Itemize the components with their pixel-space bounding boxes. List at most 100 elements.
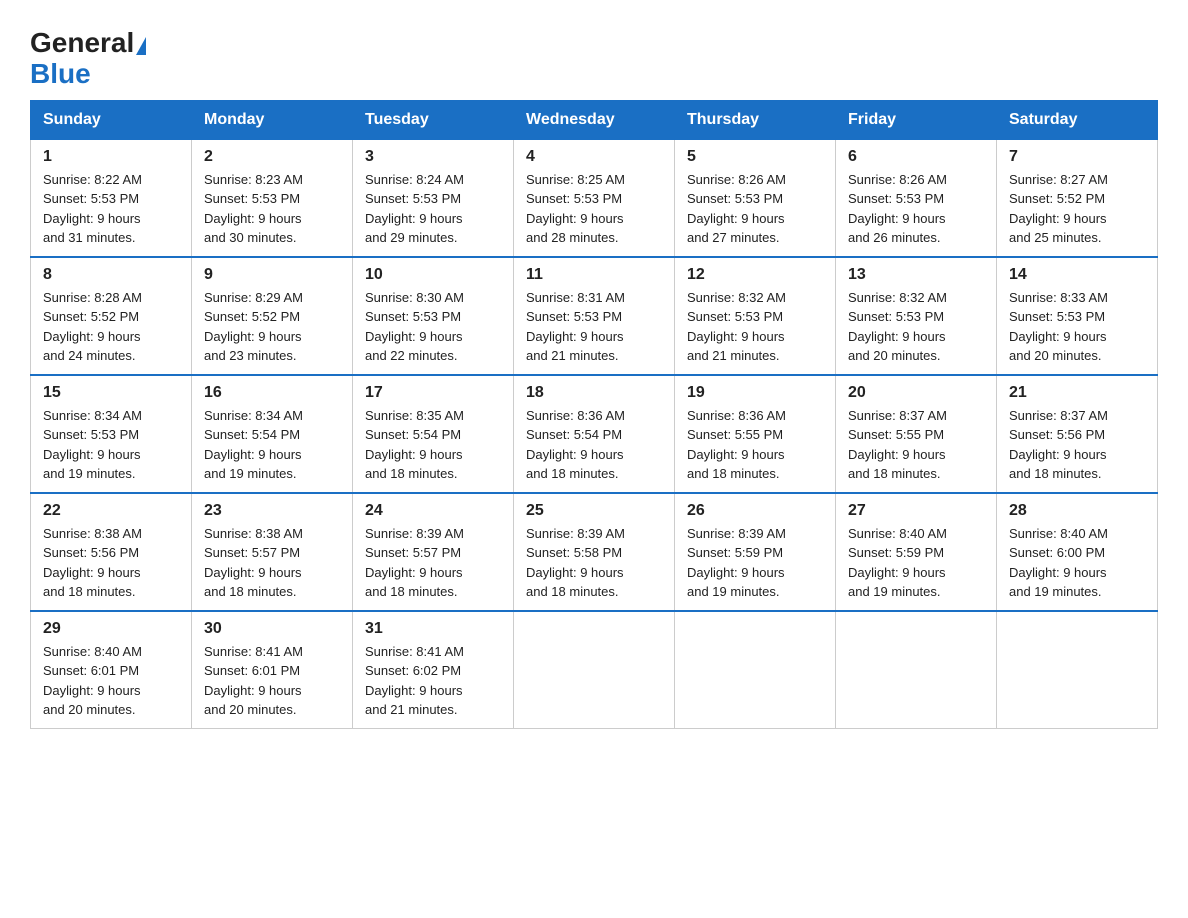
calendar-cell: 19Sunrise: 8:36 AMSunset: 5:55 PMDayligh… [675,375,836,493]
header: General Blue [30,20,1158,90]
logo-general-text: General [30,27,134,58]
day-info: Sunrise: 8:38 AMSunset: 5:57 PMDaylight:… [204,524,340,602]
calendar-cell: 16 Sunrise: 8:34 AMSunset: 5:54 PMDayligh… [192,375,353,493]
calendar-cell: 24Sunrise: 8:39 AMSunset: 5:57 PMDayligh… [353,493,514,611]
calendar-cell: 12 Sunrise: 8:32 AMSunset: 5:53 PMDayligh… [675,257,836,375]
day-info: Sunrise: 8:26 AMSunset: 5:53 PMDaylight:… [687,170,823,248]
calendar-cell: 11 Sunrise: 8:31 AMSunset: 5:53 PMDayligh… [514,257,675,375]
day-info: Sunrise: 8:26 AMSunset: 5:53 PMDaylight:… [848,170,984,248]
day-info: Sunrise: 8:39 AMSunset: 5:59 PMDaylight:… [687,524,823,602]
day-number: 8 [43,266,179,284]
header-monday: Monday [192,100,353,139]
calendar-cell [997,611,1158,729]
calendar-cell: 28 Sunrise: 8:40 AMSunset: 6:00 PMDayligh… [997,493,1158,611]
calendar-cell: 21 Sunrise: 8:37 AMSunset: 5:56 PMDayligh… [997,375,1158,493]
day-number: 29 [43,620,179,638]
day-number: 26 [687,502,823,520]
week-row-1: 1Sunrise: 8:22 AMSunset: 5:53 PMDaylight… [31,139,1158,257]
day-number: 15 [43,384,179,402]
day-info: Sunrise: 8:29 AMSunset: 5:52 PMDaylight:… [204,288,340,366]
day-number: 30 [204,620,340,638]
day-info: Sunrise: 8:40 AMSunset: 5:59 PMDaylight:… [848,524,984,602]
day-number: 13 [848,266,984,284]
day-info: Sunrise: 8:23 AMSunset: 5:53 PMDaylight:… [204,170,340,248]
day-number: 9 [204,266,340,284]
calendar-cell: 30 Sunrise: 8:41 AMSunset: 6:01 PMDayligh… [192,611,353,729]
day-number: 23 [204,502,340,520]
day-info: Sunrise: 8:27 AMSunset: 5:52 PMDaylight:… [1009,170,1145,248]
calendar-cell [836,611,997,729]
day-info: Sunrise: 8:32 AMSunset: 5:53 PMDaylight:… [848,288,984,366]
day-info: Sunrise: 8:33 AMSunset: 5:53 PMDaylight:… [1009,288,1145,366]
day-number: 7 [1009,148,1145,166]
day-number: 21 [1009,384,1145,402]
day-number: 14 [1009,266,1145,284]
day-info: Sunrise: 8:28 AMSunset: 5:52 PMDaylight:… [43,288,179,366]
day-number: 11 [526,266,662,284]
day-number: 4 [526,148,662,166]
calendar-cell: 4 Sunrise: 8:25 AMSunset: 5:53 PMDaylight… [514,139,675,257]
day-number: 1 [43,148,179,166]
day-info: Sunrise: 8:36 AMSunset: 5:54 PMDaylight:… [526,406,662,484]
day-info: Sunrise: 8:25 AMSunset: 5:53 PMDaylight:… [526,170,662,248]
header-wednesday: Wednesday [514,100,675,139]
day-number: 28 [1009,502,1145,520]
day-info: Sunrise: 8:32 AMSunset: 5:53 PMDaylight:… [687,288,823,366]
calendar-cell: 2 Sunrise: 8:23 AMSunset: 5:53 PMDaylight… [192,139,353,257]
day-info: Sunrise: 8:39 AMSunset: 5:58 PMDaylight:… [526,524,662,602]
calendar-cell: 15 Sunrise: 8:34 AMSunset: 5:53 PMDayligh… [31,375,192,493]
day-info: Sunrise: 8:35 AMSunset: 5:54 PMDaylight:… [365,406,501,484]
header-row: SundayMondayTuesdayWednesdayThursdayFrid… [31,100,1158,139]
day-info: Sunrise: 8:41 AMSunset: 6:01 PMDaylight:… [204,642,340,720]
calendar-cell: 25Sunrise: 8:39 AMSunset: 5:58 PMDayligh… [514,493,675,611]
header-saturday: Saturday [997,100,1158,139]
logo-blue-text: Blue [30,58,91,89]
day-info: Sunrise: 8:30 AMSunset: 5:53 PMDaylight:… [365,288,501,366]
week-row-3: 15 Sunrise: 8:34 AMSunset: 5:53 PMDayligh… [31,375,1158,493]
day-info: Sunrise: 8:37 AMSunset: 5:55 PMDaylight:… [848,406,984,484]
calendar-cell: 7 Sunrise: 8:27 AMSunset: 5:52 PMDaylight… [997,139,1158,257]
week-row-2: 8 Sunrise: 8:28 AMSunset: 5:52 PMDaylight… [31,257,1158,375]
day-info: Sunrise: 8:37 AMSunset: 5:56 PMDaylight:… [1009,406,1145,484]
day-info: Sunrise: 8:31 AMSunset: 5:53 PMDaylight:… [526,288,662,366]
week-row-4: 22 Sunrise: 8:38 AMSunset: 5:56 PMDayligh… [31,493,1158,611]
day-number: 12 [687,266,823,284]
calendar-cell: 27 Sunrise: 8:40 AMSunset: 5:59 PMDayligh… [836,493,997,611]
logo-general-line: General [30,28,146,59]
calendar-cell: 13 Sunrise: 8:32 AMSunset: 5:53 PMDayligh… [836,257,997,375]
calendar-cell: 17 Sunrise: 8:35 AMSunset: 5:54 PMDayligh… [353,375,514,493]
day-number: 31 [365,620,501,638]
week-row-5: 29Sunrise: 8:40 AMSunset: 6:01 PMDayligh… [31,611,1158,729]
calendar-cell: 3Sunrise: 8:24 AMSunset: 5:53 PMDaylight… [353,139,514,257]
calendar-cell: 10Sunrise: 8:30 AMSunset: 5:53 PMDayligh… [353,257,514,375]
calendar-cell: 1Sunrise: 8:22 AMSunset: 5:53 PMDaylight… [31,139,192,257]
calendar-table: SundayMondayTuesdayWednesdayThursdayFrid… [30,100,1158,729]
calendar-header: SundayMondayTuesdayWednesdayThursdayFrid… [31,100,1158,139]
header-thursday: Thursday [675,100,836,139]
header-sunday: Sunday [31,100,192,139]
logo: General Blue [30,20,146,90]
day-number: 27 [848,502,984,520]
calendar-cell: 18Sunrise: 8:36 AMSunset: 5:54 PMDayligh… [514,375,675,493]
day-number: 17 [365,384,501,402]
calendar-cell: 9 Sunrise: 8:29 AMSunset: 5:52 PMDaylight… [192,257,353,375]
day-number: 6 [848,148,984,166]
calendar-cell: 6 Sunrise: 8:26 AMSunset: 5:53 PMDaylight… [836,139,997,257]
day-number: 16 [204,384,340,402]
day-info: Sunrise: 8:41 AMSunset: 6:02 PMDaylight:… [365,642,501,720]
day-info: Sunrise: 8:38 AMSunset: 5:56 PMDaylight:… [43,524,179,602]
calendar-cell: 14 Sunrise: 8:33 AMSunset: 5:53 PMDayligh… [997,257,1158,375]
header-tuesday: Tuesday [353,100,514,139]
calendar-cell: 26 Sunrise: 8:39 AMSunset: 5:59 PMDayligh… [675,493,836,611]
day-number: 22 [43,502,179,520]
calendar-cell: 22 Sunrise: 8:38 AMSunset: 5:56 PMDayligh… [31,493,192,611]
day-number: 19 [687,384,823,402]
calendar-cell [514,611,675,729]
day-number: 2 [204,148,340,166]
day-info: Sunrise: 8:34 AMSunset: 5:53 PMDaylight:… [43,406,179,484]
calendar-cell: 23 Sunrise: 8:38 AMSunset: 5:57 PMDayligh… [192,493,353,611]
calendar-cell: 29Sunrise: 8:40 AMSunset: 6:01 PMDayligh… [31,611,192,729]
day-info: Sunrise: 8:40 AMSunset: 6:00 PMDaylight:… [1009,524,1145,602]
calendar-body: 1Sunrise: 8:22 AMSunset: 5:53 PMDaylight… [31,139,1158,728]
day-info: Sunrise: 8:34 AMSunset: 5:54 PMDaylight:… [204,406,340,484]
